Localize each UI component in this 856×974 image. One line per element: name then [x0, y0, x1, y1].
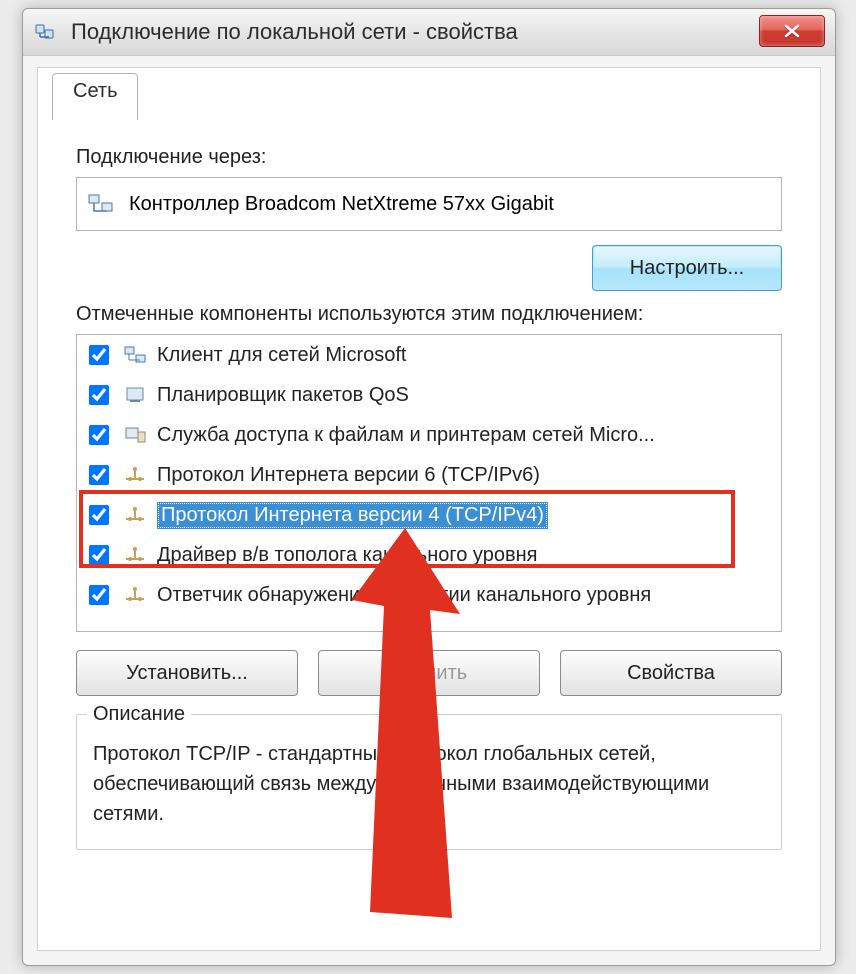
proto-icon — [123, 465, 147, 485]
connect-via-label: Подключение через: — [76, 146, 782, 169]
window-title: Подключение по локальной сети - свойства — [71, 19, 518, 45]
client-area: Сеть Подключение через: Контроллер Broad… — [37, 67, 821, 951]
component-checkbox[interactable] — [89, 345, 109, 365]
adapter-field: Контроллер Broadcom NetXtreme 57xx Gigab… — [76, 177, 782, 231]
component-checkbox[interactable] — [89, 585, 109, 605]
qos-icon — [123, 385, 147, 405]
share-icon — [123, 425, 147, 445]
properties-button[interactable]: Свойства — [560, 650, 782, 696]
tab-strip: Сеть — [52, 80, 806, 121]
component-label: Планировщик пакетов QoS — [157, 384, 409, 407]
close-icon — [783, 24, 801, 38]
list-item[interactable]: Клиент для сетей Microsoft — [77, 335, 781, 375]
description-legend: Описание — [87, 703, 191, 726]
component-label: Служба доступа к файлам и принтерам сете… — [157, 424, 655, 447]
component-label: Драйвер в/в тополога канального уровня — [157, 544, 537, 567]
remove-button[interactable]: Удалить — [318, 650, 540, 696]
client-icon — [123, 345, 147, 365]
components-label: Отмеченные компоненты используются этим … — [76, 303, 782, 326]
component-label: Ответчик обнаружения топологии канальног… — [157, 584, 651, 607]
list-item[interactable]: Протокол Интернета версии 4 (TCP/IPv4) — [77, 495, 781, 535]
components-list[interactable]: Клиент для сетей Microsoft Планировщик па… — [76, 334, 782, 632]
list-item[interactable]: Протокол Интернета версии 6 (TCP/IPv6) — [77, 455, 781, 495]
proto-icon — [123, 545, 147, 565]
list-item[interactable]: Драйвер в/в тополога канального уровня — [77, 535, 781, 575]
list-item[interactable]: Ответчик обнаружения топологии канальног… — [77, 575, 781, 615]
list-item[interactable]: Планировщик пакетов QoS — [77, 375, 781, 415]
component-checkbox[interactable] — [89, 505, 109, 525]
component-checkbox[interactable] — [89, 425, 109, 445]
configure-button[interactable]: Настроить... — [592, 245, 782, 291]
list-item[interactable]: Служба доступа к файлам и принтерам сете… — [77, 415, 781, 455]
component-label: Протокол Интернета версии 4 (TCP/IPv4) — [157, 502, 548, 529]
proto-icon — [123, 505, 147, 525]
tab-body: Подключение через: Контроллер Broadcom N… — [52, 120, 806, 936]
proto-icon — [123, 585, 147, 605]
titlebar[interactable]: Подключение по локальной сети - свойства — [23, 9, 835, 56]
component-label: Клиент для сетей Microsoft — [157, 344, 406, 367]
component-checkbox[interactable] — [89, 385, 109, 405]
description-group: Описание Протокол TCP/IP - стандартный п… — [76, 714, 782, 850]
component-checkbox[interactable] — [89, 545, 109, 565]
properties-window: Подключение по локальной сети - свойства… — [22, 8, 836, 966]
tab-network[interactable]: Сеть — [52, 73, 138, 121]
description-text: Протокол TCP/IP - стандартный протокол г… — [93, 739, 765, 829]
adapter-name: Контроллер Broadcom NetXtreme 57xx Gigab… — [129, 193, 554, 216]
install-button[interactable]: Установить... — [76, 650, 298, 696]
close-button[interactable] — [759, 15, 825, 47]
component-label: Протокол Интернета версии 6 (TCP/IPv6) — [157, 464, 540, 487]
component-checkbox[interactable] — [89, 465, 109, 485]
network-connection-icon — [33, 20, 57, 44]
network-adapter-icon — [87, 190, 115, 218]
